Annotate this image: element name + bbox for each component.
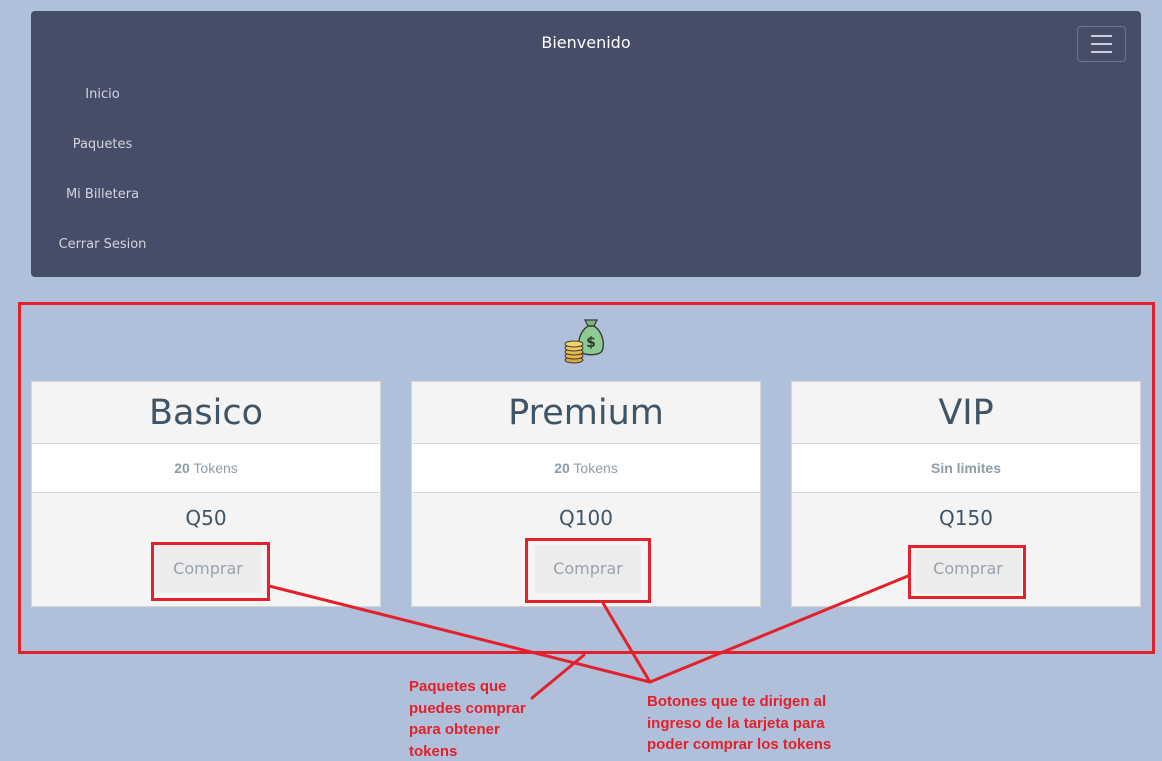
package-tokens: 20 Tokens <box>32 444 380 493</box>
package-price: Q100 <box>559 506 613 530</box>
button-highlight-vip <box>908 545 1026 599</box>
annotation-buttons-note: Botones que te dirigen al ingreso de la … <box>647 693 832 753</box>
package-tokens: Sin limites <box>792 444 1140 493</box>
annotation-packages-note: Paquetes que puedes comprar para obtener… <box>409 678 526 760</box>
money-bag-coins-icon: $ <box>564 319 604 364</box>
package-price: Q150 <box>939 506 993 530</box>
button-highlight-basico <box>151 542 270 601</box>
button-highlight-premium <box>525 538 651 603</box>
package-title: Basico <box>32 382 380 444</box>
nav-item-inicio[interactable]: Inicio <box>31 87 174 102</box>
package-title: VIP <box>792 382 1140 444</box>
package-price: Q50 <box>185 506 227 530</box>
package-tokens: 20 Tokens <box>412 444 760 493</box>
navbar: Bienvenido Inicio Paquetes Mi Billetera … <box>31 11 1141 277</box>
hamburger-menu-icon[interactable] <box>1077 26 1126 62</box>
package-title: Premium <box>412 382 760 444</box>
nav-item-cerrar-sesion[interactable]: Cerrar Sesion <box>31 237 174 252</box>
nav-item-paquetes[interactable]: Paquetes <box>31 137 174 152</box>
navbar-brand[interactable]: Bienvenido <box>31 33 1141 52</box>
nav-item-mi-billetera[interactable]: Mi Billetera <box>31 187 174 202</box>
svg-text:$: $ <box>586 335 596 351</box>
